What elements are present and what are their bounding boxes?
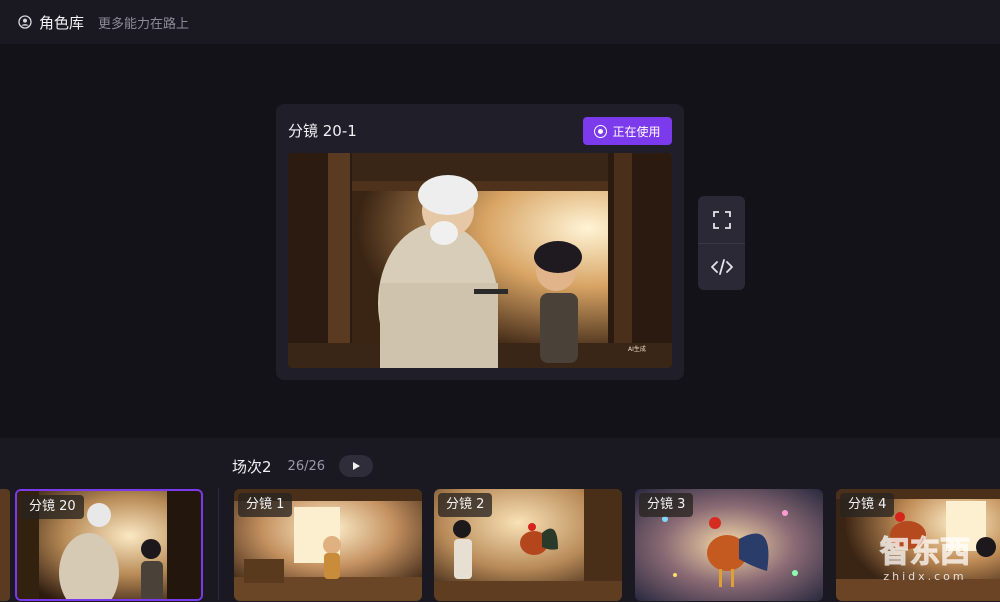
- scene-name: 场次2: [232, 457, 272, 476]
- preview-image[interactable]: AI生成: [288, 153, 672, 368]
- thumbnail-label: 分镜 3: [639, 493, 694, 517]
- preview-card: 分镜 20-1 正在使用 AI生成: [276, 104, 684, 380]
- preview-title: 分镜 20-1: [288, 122, 357, 140]
- thumbnail-partial[interactable]: [0, 489, 10, 601]
- code-icon: [710, 259, 733, 275]
- thumbnail-item[interactable]: 分镜 2: [434, 489, 622, 601]
- page-subtitle: 更多能力在路上: [98, 16, 190, 32]
- play-icon: [353, 462, 361, 470]
- thumbnail-item[interactable]: 分镜 3: [635, 489, 823, 601]
- scene-count: 26/26: [287, 458, 326, 474]
- watermark-logo: 智东西: [880, 535, 970, 570]
- thumbnail-label: 分镜 20: [21, 495, 84, 519]
- fullscreen-button[interactable]: [698, 196, 745, 243]
- scene-header: 场次2 26/26: [232, 454, 374, 478]
- thumbnail-label: 分镜 2: [438, 493, 493, 517]
- thumbnail-item[interactable]: 分镜 1: [234, 489, 422, 601]
- user-circle-icon: [18, 15, 32, 29]
- thumbnail-label: 分镜 1: [238, 493, 293, 517]
- in-use-label: 正在使用: [612, 124, 661, 139]
- divider: [218, 488, 219, 600]
- radio-dot-icon: [594, 124, 608, 138]
- thumbnail-label: 分镜 4: [840, 493, 895, 517]
- top-bar: 角色库 更多能力在路上: [0, 0, 1000, 44]
- side-toolbar: [698, 196, 745, 290]
- page-title: 角色库: [39, 13, 85, 32]
- fullscreen-icon: [712, 210, 731, 229]
- site-watermark: 智东西 zhidx.com: [866, 526, 984, 586]
- code-button[interactable]: [698, 243, 745, 290]
- preview-watermark: AI生成: [628, 345, 646, 353]
- play-button[interactable]: [339, 455, 374, 477]
- thumbnail-item[interactable]: 分镜 20: [15, 489, 203, 601]
- in-use-button[interactable]: 正在使用: [583, 117, 672, 145]
- watermark-domain: zhidx.com: [883, 570, 966, 583]
